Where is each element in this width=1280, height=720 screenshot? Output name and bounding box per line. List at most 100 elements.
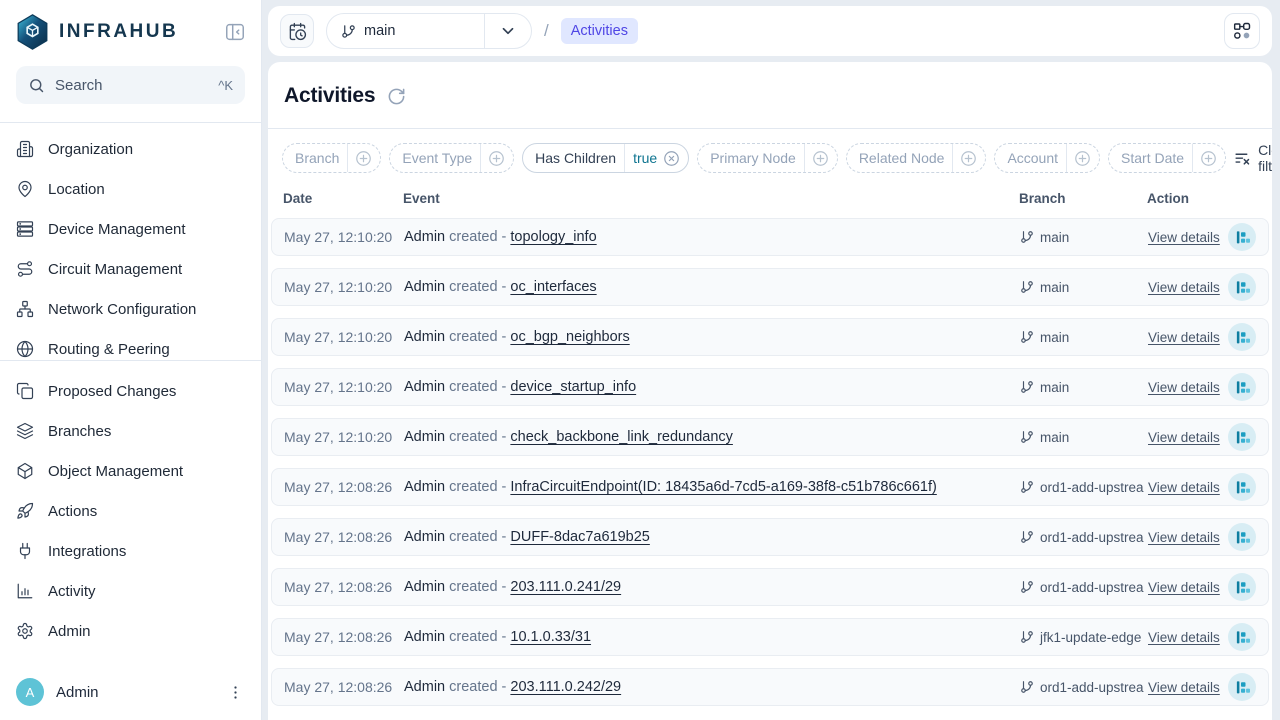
sidebar-item-label: Admin — [48, 623, 91, 640]
search-input[interactable]: Search ^K — [16, 66, 245, 104]
view-details-link[interactable]: View details — [1148, 230, 1220, 245]
sidebar-item-object-management[interactable]: Object Management — [0, 451, 261, 491]
circle-plus-icon[interactable] — [953, 150, 985, 167]
row-date: May 27, 12:10:20 — [272, 329, 404, 345]
sidebar-item-label: Location — [48, 181, 105, 198]
breadcrumb-activities[interactable]: Activities — [561, 18, 638, 44]
related-tree-button[interactable] — [1228, 273, 1256, 301]
branch-name: main — [1040, 280, 1069, 295]
kebab-menu-icon[interactable] — [225, 682, 245, 702]
event-actor: Admin — [404, 429, 445, 445]
related-tree-button[interactable] — [1228, 523, 1256, 551]
event-object-link[interactable]: 203.111.0.241/29 — [510, 579, 621, 595]
related-tree-button[interactable] — [1228, 673, 1256, 701]
filter-chip-start-date[interactable]: Start Date — [1108, 143, 1226, 173]
sidebar-item-device-management[interactable]: Device Management — [0, 209, 261, 249]
related-tree-button[interactable] — [1228, 323, 1256, 351]
view-details-link[interactable]: View details — [1148, 580, 1220, 595]
view-details-link[interactable]: View details — [1148, 280, 1220, 295]
sidebar-item-label: Routing & Peering — [48, 341, 170, 358]
event-verb: created - — [445, 679, 510, 695]
view-details-link[interactable]: View details — [1148, 430, 1220, 445]
filter-bar: Branch Event Type Has Childrentrue Primary … — [268, 129, 1272, 183]
circle-x-icon[interactable] — [661, 150, 688, 167]
network-icon — [16, 300, 34, 318]
refresh-icon[interactable] — [387, 87, 406, 106]
circle-plus-icon[interactable] — [1067, 150, 1099, 167]
view-details-link[interactable]: View details — [1148, 480, 1220, 495]
row-actions: View details — [1148, 373, 1268, 401]
sidebar-item-label: Object Management — [48, 463, 183, 480]
row-branch: ord1-add-upstrea — [1020, 580, 1148, 595]
event-object-link[interactable]: 203.111.0.242/29 — [510, 679, 621, 695]
branch-name: main — [1040, 230, 1069, 245]
event-verb: created - — [445, 279, 510, 295]
circle-plus-icon[interactable] — [1193, 150, 1225, 167]
row-event: Admin created - device_startup_info — [404, 379, 1020, 395]
sidebar-item-branches[interactable]: Branches — [0, 411, 261, 451]
filter-chip-primary-node[interactable]: Primary Node — [697, 143, 838, 173]
sidebar-item-integrations[interactable]: Integrations — [0, 531, 261, 571]
circle-plus-icon[interactable] — [348, 150, 380, 167]
related-tree-button[interactable] — [1228, 223, 1256, 251]
column-header-action: Action — [1147, 191, 1269, 206]
user-menu[interactable]: A Admin — [0, 664, 261, 720]
filter-chip-label: Event Type — [390, 150, 480, 166]
event-object-link[interactable]: topology_info — [510, 229, 596, 245]
logo-row: INFRAHUB — [0, 0, 261, 62]
box-icon — [16, 462, 34, 480]
view-details-link[interactable]: View details — [1148, 680, 1220, 695]
table-row: May 27, 12:10:20Admin created - check_ba… — [271, 418, 1269, 456]
sidebar-collapse-icon[interactable] — [223, 20, 247, 44]
event-object-link[interactable]: 10.1.0.33/31 — [510, 629, 591, 645]
page-title: Activities — [284, 84, 375, 108]
sidebar-item-activity[interactable]: Activity — [0, 571, 261, 611]
building-icon — [16, 140, 34, 158]
event-object-link[interactable]: device_startup_info — [510, 379, 636, 395]
sidebar-item-admin[interactable]: Admin — [0, 611, 261, 651]
related-tree-button[interactable] — [1228, 423, 1256, 451]
sidebar-item-routing-peering[interactable]: Routing & Peering — [0, 329, 261, 360]
sidebar-item-label: Activity — [48, 583, 96, 600]
event-object-link[interactable]: check_backbone_link_redundancy — [510, 429, 733, 445]
related-tree-button[interactable] — [1228, 573, 1256, 601]
column-header-branch: Branch — [1019, 191, 1147, 206]
related-tree-button[interactable] — [1228, 623, 1256, 651]
related-tree-button[interactable] — [1228, 373, 1256, 401]
time-travel-button[interactable] — [280, 14, 314, 48]
related-tree-button[interactable] — [1228, 473, 1256, 501]
filter-chip-branch[interactable]: Branch — [282, 143, 381, 173]
event-object-link[interactable]: DUFF-8dac7a619b25 — [510, 529, 649, 545]
event-object-link[interactable]: oc_interfaces — [510, 279, 596, 295]
sidebar-item-proposed-changes[interactable]: Proposed Changes — [0, 371, 261, 411]
table-row: May 27, 12:10:20Admin created - oc_bgp_n… — [271, 318, 1269, 356]
clear-filters-button[interactable]: Clear filters — [1234, 142, 1272, 174]
table-row: May 27, 12:10:20Admin created - device_s… — [271, 368, 1269, 406]
circle-plus-icon[interactable] — [481, 150, 513, 167]
event-object-link[interactable]: InfraCircuitEndpoint(ID: 18435a6d-7cd5-a… — [510, 479, 936, 495]
filter-chip-event-type[interactable]: Event Type — [389, 143, 514, 173]
view-details-link[interactable]: View details — [1148, 380, 1220, 395]
filter-chip-related-node[interactable]: Related Node — [846, 143, 987, 173]
event-verb: created - — [445, 479, 510, 495]
view-details-link[interactable]: View details — [1148, 330, 1220, 345]
event-actor: Admin — [404, 229, 445, 245]
branch-selector[interactable]: main — [326, 13, 532, 49]
circle-plus-icon[interactable] — [805, 150, 837, 167]
sidebar-item-circuit-management[interactable]: Circuit Management — [0, 249, 261, 289]
sidebar-item-network-configuration[interactable]: Network Configuration — [0, 289, 261, 329]
event-actor: Admin — [404, 629, 445, 645]
table-row: May 27, 12:08:26Admin created - 10.1.0.3… — [271, 618, 1269, 656]
chevron-down-icon[interactable] — [485, 22, 531, 40]
sidebar-item-organization[interactable]: Organization — [0, 129, 261, 169]
event-object-link[interactable]: oc_bgp_neighbors — [510, 329, 629, 345]
view-details-link[interactable]: View details — [1148, 630, 1220, 645]
filter-chip-label: Has Children — [523, 150, 624, 166]
tree-icon — [1235, 430, 1250, 445]
schema-visualizer-button[interactable] — [1224, 13, 1260, 49]
filter-chip-account[interactable]: Account — [994, 143, 1100, 173]
sidebar-item-location[interactable]: Location — [0, 169, 261, 209]
view-details-link[interactable]: View details — [1148, 530, 1220, 545]
sidebar-item-actions[interactable]: Actions — [0, 491, 261, 531]
filter-chip-has-children[interactable]: Has Childrentrue — [522, 143, 689, 173]
